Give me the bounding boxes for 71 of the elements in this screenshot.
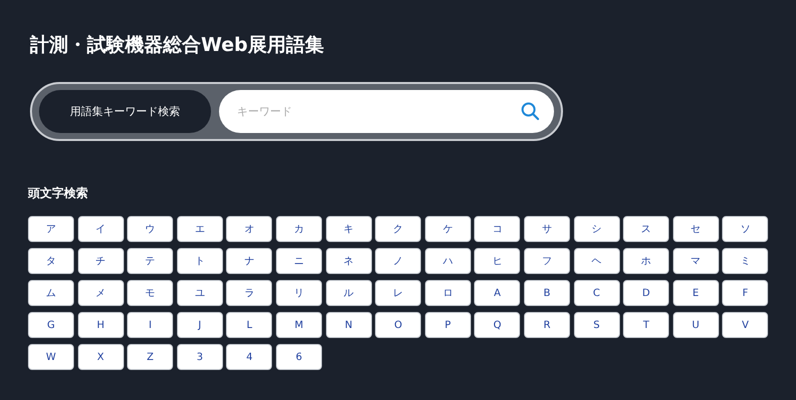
initial-key[interactable]: セ (672, 216, 719, 242)
initial-key[interactable]: コ (474, 216, 520, 242)
initial-key[interactable]: V (722, 312, 768, 338)
initial-key[interactable]: C (574, 280, 620, 306)
initial-key[interactable]: ク (375, 216, 422, 242)
page-title: 計測・試験機器総合Web展用語集 (30, 33, 325, 58)
initial-key[interactable]: 6 (276, 344, 322, 370)
initial-key[interactable]: ユ (176, 280, 223, 306)
initial-key[interactable]: ロ (424, 280, 471, 306)
section-heading: 頭文字検索 (28, 185, 89, 202)
initial-key[interactable]: ミ (722, 248, 768, 274)
initial-key[interactable]: G (28, 312, 74, 338)
initial-key[interactable]: X (78, 344, 124, 370)
initial-key[interactable]: ニ (276, 248, 322, 274)
initial-key[interactable]: チ (78, 248, 124, 274)
initial-key[interactable]: リ (276, 280, 322, 306)
initial-key[interactable]: 3 (176, 344, 223, 370)
initial-key[interactable]: ハ (424, 248, 471, 274)
initial-key[interactable]: U (672, 312, 719, 338)
initial-key[interactable]: F (722, 280, 768, 306)
initial-key[interactable]: レ (375, 280, 422, 306)
initial-key[interactable]: P (424, 312, 471, 338)
initial-key[interactable]: シ (574, 216, 620, 242)
initial-key[interactable]: ル (326, 280, 372, 306)
initial-key[interactable]: タ (28, 248, 74, 274)
initial-key[interactable]: オ (226, 216, 272, 242)
initial-key[interactable]: 4 (226, 344, 272, 370)
initial-key[interactable]: ア (28, 216, 74, 242)
initial-key[interactable]: フ (524, 248, 570, 274)
initial-key[interactable]: エ (176, 216, 223, 242)
initial-key[interactable]: L (226, 312, 272, 338)
initial-key[interactable]: ホ (623, 248, 670, 274)
initial-key[interactable]: R (524, 312, 570, 338)
initial-key[interactable]: J (176, 312, 223, 338)
initial-key[interactable]: ヘ (574, 248, 620, 274)
initial-key[interactable]: ト (176, 248, 223, 274)
initial-key[interactable]: イ (78, 216, 124, 242)
initial-key[interactable]: O (375, 312, 422, 338)
search-field[interactable]: キーワード (219, 90, 554, 133)
initial-key[interactable]: ヒ (474, 248, 520, 274)
initial-key[interactable]: メ (78, 280, 124, 306)
initial-key[interactable]: モ (127, 280, 174, 306)
initial-key[interactable]: ナ (226, 248, 272, 274)
initial-key[interactable]: I (127, 312, 174, 338)
initial-key[interactable]: T (623, 312, 670, 338)
initial-key[interactable]: A (474, 280, 520, 306)
initial-key[interactable]: テ (127, 248, 174, 274)
initial-key[interactable]: E (672, 280, 719, 306)
initial-key[interactable]: ネ (326, 248, 372, 274)
initial-key[interactable]: ソ (722, 216, 768, 242)
initial-key[interactable]: ス (623, 216, 670, 242)
initial-key[interactable]: ケ (424, 216, 471, 242)
initial-key[interactable]: サ (524, 216, 570, 242)
initial-key[interactable]: H (78, 312, 124, 338)
initial-key[interactable]: B (524, 280, 570, 306)
initial-key[interactable]: キ (326, 216, 372, 242)
initial-key[interactable]: M (276, 312, 322, 338)
initial-key[interactable]: ム (28, 280, 74, 306)
initial-key[interactable]: Q (474, 312, 520, 338)
initial-key[interactable]: ラ (226, 280, 272, 306)
initial-key[interactable]: ウ (127, 216, 174, 242)
initial-key[interactable]: D (623, 280, 670, 306)
search-label[interactable]: 用語集キーワード検索 (39, 90, 211, 133)
initial-key[interactable]: マ (672, 248, 719, 274)
initial-key[interactable]: カ (276, 216, 322, 242)
initial-key[interactable]: S (574, 312, 620, 338)
initial-key[interactable]: N (326, 312, 372, 338)
search-icon[interactable] (520, 101, 540, 121)
initial-key[interactable]: W (28, 344, 74, 370)
initial-key[interactable]: Z (127, 344, 174, 370)
initial-key[interactable]: ノ (375, 248, 422, 274)
